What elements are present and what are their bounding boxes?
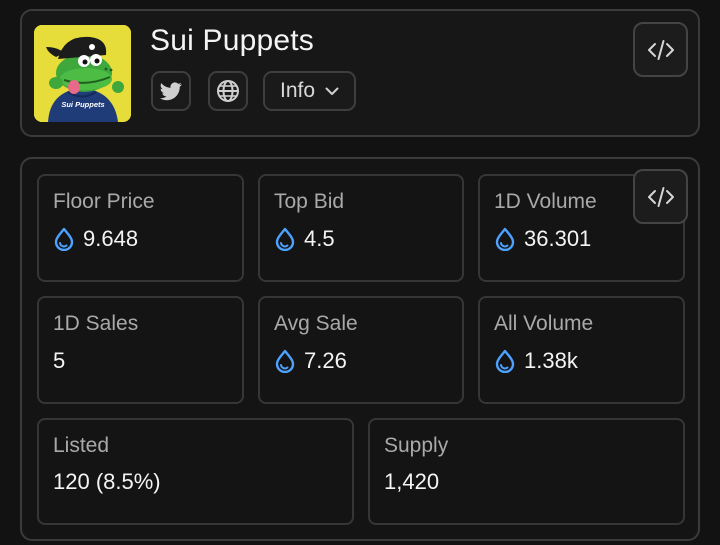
puppet-avatar-image: Sui Puppets [34, 25, 131, 122]
stat-value-text: 1.38k [524, 348, 578, 373]
stat-value-text: 120 (8.5%) [53, 469, 161, 494]
stat-value: 36.301 [494, 226, 591, 252]
stat-value-text: 7.26 [304, 348, 347, 373]
stat-value: 120 (8.5%) [53, 469, 161, 495]
stat-label: 1D Volume [494, 190, 597, 213]
stat-label: All Volume [494, 312, 594, 335]
stat-value: 5 [53, 348, 65, 374]
website-link-button[interactable] [208, 71, 248, 111]
globe-icon [217, 80, 239, 102]
info-dropdown-button[interactable]: Info [263, 71, 356, 111]
sui-drop-icon [495, 227, 515, 251]
stat-value-text: 4.5 [304, 226, 335, 251]
stat-1d-sales: 1D Sales 5 [37, 296, 244, 404]
stat-label: Avg Sale [274, 312, 358, 335]
avatar-shirt-text: Sui Puppets [61, 100, 104, 109]
stat-all-volume: All Volume 1.38k [478, 296, 685, 404]
stat-value: 7.26 [274, 348, 347, 374]
stat-value-text: 36.301 [524, 226, 592, 251]
stat-value: 1,420 [384, 469, 439, 495]
stat-label: Floor Price [53, 190, 155, 213]
stat-value: 1.38k [494, 348, 578, 374]
stat-floor-price: Floor Price 9.648 [37, 174, 244, 282]
stat-value: 4.5 [274, 226, 335, 252]
stat-value-text: 9.648 [83, 226, 139, 251]
collection-title: Sui Puppets [150, 24, 314, 57]
stat-label: Top Bid [274, 190, 345, 213]
sui-drop-icon [54, 227, 74, 251]
stat-value: 9.648 [53, 226, 138, 252]
stat-supply: Supply 1,420 [368, 418, 685, 525]
collection-stats-card: Floor Price 9.648 Top Bid 4.5 1D Volume [20, 157, 700, 541]
twitter-icon [160, 81, 182, 100]
stat-value-text: 1,420 [384, 469, 440, 494]
info-dropdown-label: Info [279, 79, 316, 102]
stat-top-bid: Top Bid 4.5 [258, 174, 464, 282]
collection-avatar: Sui Puppets [34, 25, 131, 122]
stat-value-text: 5 [53, 348, 66, 373]
stat-avg-sale: Avg Sale 7.26 [258, 296, 464, 404]
stat-label: Listed [53, 434, 110, 457]
code-icon [647, 186, 674, 207]
embed-code-button[interactable] [633, 169, 688, 224]
code-icon [647, 39, 674, 60]
stat-label: 1D Sales [53, 312, 139, 335]
collection-header-card: Sui Puppets Sui Puppets Info [20, 9, 700, 137]
embed-code-button[interactable] [633, 22, 688, 77]
sui-drop-icon [275, 349, 295, 373]
stat-label: Supply [384, 434, 449, 457]
chevron-down-icon [325, 87, 339, 95]
sui-drop-icon [495, 349, 515, 373]
sui-drop-icon [275, 227, 295, 251]
stat-listed: Listed 120 (8.5%) [37, 418, 354, 525]
twitter-link-button[interactable] [151, 71, 191, 111]
